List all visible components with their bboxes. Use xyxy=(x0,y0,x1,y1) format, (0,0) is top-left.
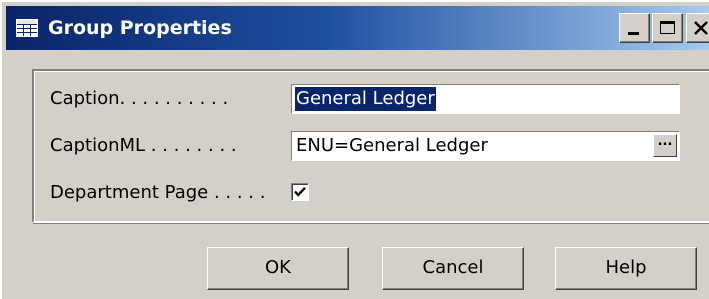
department-page-checkbox[interactable] xyxy=(291,183,309,201)
title-bar[interactable]: Group Properties xyxy=(6,6,709,50)
close-icon xyxy=(694,21,708,35)
caption-value: General Ledger xyxy=(295,87,436,111)
captionml-value: ENU=General Ledger xyxy=(296,135,488,156)
department-page-label: Department Page . . . . . xyxy=(50,182,266,203)
captionml-assist-button[interactable]: ... xyxy=(653,134,677,157)
maximize-button[interactable] xyxy=(652,13,683,43)
caption-label: Caption. . . . . . . . . . xyxy=(50,88,229,109)
caption-field[interactable]: General Ledger xyxy=(291,84,680,114)
captionml-field[interactable]: ENU=General Ledger ... xyxy=(291,131,680,161)
close-button[interactable] xyxy=(686,13,709,43)
help-button[interactable]: Help xyxy=(555,247,697,290)
group-properties-dialog: Group Properties Caption. . . . . . . . … xyxy=(0,0,709,299)
minimize-button[interactable] xyxy=(619,13,650,43)
window-title: Group Properties xyxy=(48,17,232,39)
minimize-icon xyxy=(628,32,639,35)
captionml-label: CaptionML . . . . . . . . xyxy=(50,135,237,156)
ok-button[interactable]: OK xyxy=(207,247,349,290)
maximize-icon xyxy=(660,21,675,34)
checkmark-icon xyxy=(294,186,306,197)
cancel-button[interactable]: Cancel xyxy=(382,247,524,290)
properties-table-icon xyxy=(16,19,38,37)
